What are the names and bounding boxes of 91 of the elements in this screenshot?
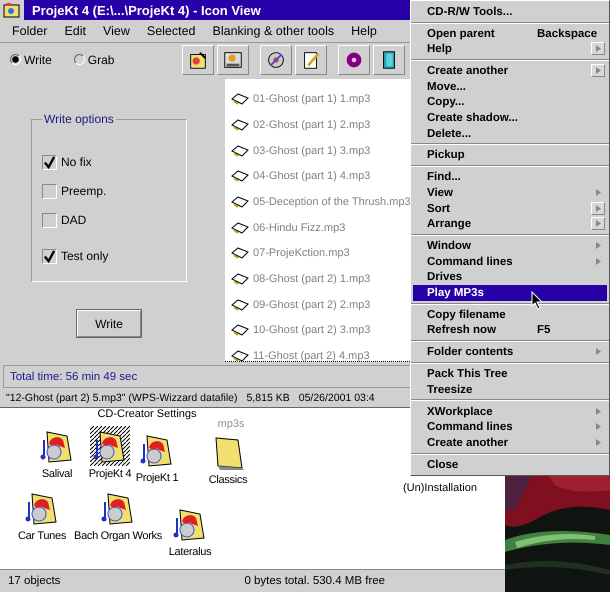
menu-item[interactable]: View [413, 185, 607, 201]
checkbox[interactable]: DAD [42, 212, 186, 228]
file-icon [231, 93, 249, 106]
menu-item[interactable]: Treesize [413, 382, 607, 398]
submenu-arrow-icon [591, 202, 605, 215]
menu-item[interactable]: Window [413, 238, 607, 254]
check-icon [43, 156, 56, 169]
menu-item[interactable]: Copy... [413, 94, 607, 110]
menu-item[interactable]: Folder contents [413, 344, 607, 360]
folder-icon[interactable] [2, 0, 22, 20]
menu-item[interactable]: Find... [413, 170, 607, 186]
icon-label[interactable]: Classics [208, 474, 248, 486]
menu-item[interactable]: XWorkplace [413, 404, 607, 420]
disk-space: 0 bytes total. 530.4 MB free [244, 575, 386, 587]
file-size: 5,815 KB [246, 392, 290, 404]
menu-item[interactable]: Help [351, 24, 377, 38]
pointer-icon [531, 291, 545, 311]
file-name[interactable]: 11-Ghost (part 2) 4.mp3 [253, 350, 370, 362]
file-icon [231, 222, 249, 234]
group-title: Write options [43, 112, 115, 126]
write-button[interactable]: Write [77, 310, 141, 338]
menu-item[interactable]: Help [413, 41, 607, 58]
file-icon [231, 247, 249, 260]
menu-item[interactable]: Play MP3s [413, 284, 607, 301]
checkbox[interactable]: Test only [42, 248, 186, 264]
file-icon [231, 144, 249, 157]
file-name[interactable]: 07-ProjeKction.mp3 [253, 247, 350, 260]
checkbox[interactable]: No fix [42, 154, 186, 170]
file-name[interactable]: 02-Ghost (part 1) 2.mp3 [253, 118, 370, 131]
file-name[interactable]: 08-Ghost (part 2) 1.mp3 [253, 273, 370, 286]
icon-label[interactable]: Car Tunes [18, 530, 66, 542]
toolbar-button[interactable] [295, 44, 327, 75]
file-icon [231, 118, 249, 131]
icon-label[interactable]: Bach Organ Works [74, 530, 162, 542]
icon-label[interactable]: ProjeKt 4 [88, 468, 132, 480]
icon-label[interactable]: (Un)Installation [403, 482, 477, 494]
file-name[interactable]: 06-Hindu Fizz.mp3 [253, 222, 346, 234]
file-name[interactable]: 05-Deception of the Thrush.mp3 [253, 196, 411, 208]
menu-item[interactable]: Pickup [413, 148, 607, 164]
menu-item[interactable]: Command lines [413, 254, 607, 270]
menu-item[interactable]: Folder [12, 24, 48, 38]
music-folder-icon[interactable] [90, 426, 130, 466]
radio-button[interactable]: Grab [74, 52, 114, 67]
menu-item[interactable]: Delete... [413, 126, 607, 142]
menu-item[interactable]: Drives [413, 269, 607, 285]
file-icon [231, 196, 249, 208]
menu-item[interactable]: Move... [413, 78, 607, 95]
menu-item[interactable]: Arrange [413, 216, 607, 232]
file-name[interactable]: 04-Ghost (part 1) 4.mp3 [253, 170, 370, 182]
submenu-arrow-icon [591, 217, 605, 230]
menu-item[interactable]: Close [413, 456, 607, 472]
file-name[interactable]: 10-Ghost (part 2) 3.mp3 [253, 324, 370, 336]
toolbar-button[interactable] [260, 44, 292, 75]
submenu-arrow-icon [591, 64, 605, 78]
toolbar-button[interactable] [338, 44, 370, 75]
toolbar-button[interactable] [182, 44, 214, 75]
file-name[interactable]: 03-Ghost (part 1) 3.mp3 [253, 144, 370, 157]
object-count: 17 objects [8, 575, 60, 587]
menu-item[interactable]: Create shadow... [413, 110, 607, 126]
file-date: 05/26/2001 03:4 [298, 392, 375, 404]
menu-item[interactable]: Copy filename [413, 306, 607, 322]
file-icon [231, 273, 249, 286]
menu-item[interactable]: Pack This Tree [413, 366, 607, 382]
submenu-arrow-icon [591, 42, 605, 56]
file-name[interactable]: 01-Ghost (part 1) 1.mp3 [253, 93, 370, 106]
total-time: Total time: 56 min 49 sec [10, 370, 138, 383]
checkbox[interactable]: Preemp. [42, 183, 186, 200]
menu-item[interactable]: Sort [413, 200, 607, 216]
menu-item[interactable]: Selected [146, 24, 196, 38]
menu-item[interactable]: Create another [413, 434, 607, 451]
icon-label[interactable]: Salival [42, 468, 72, 480]
icon-label[interactable]: Lateralus [168, 546, 212, 558]
icon-label[interactable]: ProjeKt 1 [136, 472, 178, 484]
menu-item[interactable]: Edit [64, 24, 86, 38]
file-name[interactable]: 09-Ghost (part 2) 2.mp3 [253, 298, 370, 311]
file-icon [231, 324, 249, 336]
menu-item[interactable]: Open parent Backspace [413, 26, 607, 42]
menu-item[interactable]: Blanking & other tools [212, 24, 334, 38]
menu-item[interactable]: CD-R/W Tools... [413, 4, 607, 20]
menu-item[interactable]: Refresh now F5 [413, 322, 607, 338]
radio-button[interactable]: Write [10, 52, 52, 67]
menu-item[interactable]: Command lines [413, 419, 607, 435]
menu-item[interactable]: View [102, 24, 130, 38]
icon-label[interactable]: CD-Creator Settings [97, 408, 197, 420]
file-info: "12-Ghost (part 2) 5.mp3" (WPS-Wizzard datafile) [6, 392, 238, 404]
toolbar-button[interactable] [373, 44, 405, 75]
file-icon [231, 170, 249, 182]
check-icon [43, 250, 56, 263]
menu-item[interactable]: Create another [413, 63, 607, 79]
file-icon [231, 298, 249, 311]
toolbar-button[interactable] [217, 44, 249, 75]
